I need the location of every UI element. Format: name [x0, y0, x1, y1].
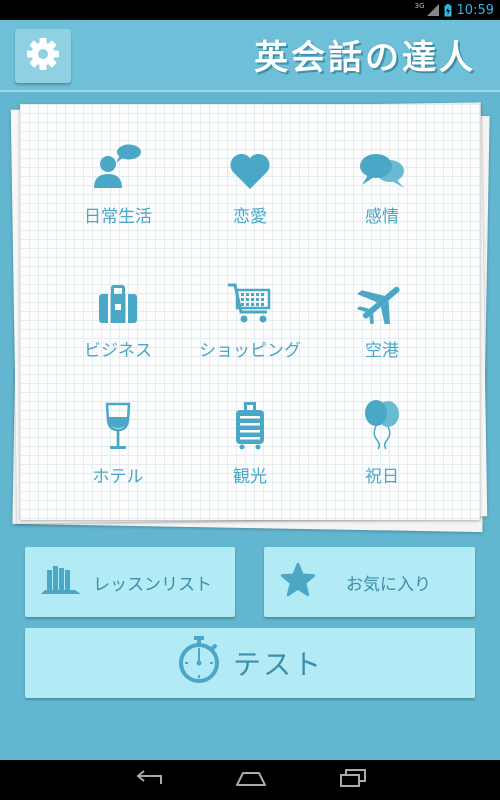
category-label: 空港 [365, 341, 399, 361]
back-icon[interactable] [133, 768, 163, 792]
category-label: 感情 [365, 207, 399, 227]
category-emotion[interactable]: 感情 [312, 146, 452, 246]
speech-bubbles-icon [358, 152, 406, 194]
category-love[interactable]: 恋愛 [180, 146, 320, 246]
category-airport[interactable]: 空港 [312, 280, 452, 380]
category-label: ショッピング [199, 341, 301, 361]
heart-icon [229, 152, 271, 194]
category-label: ビジネス [84, 341, 152, 361]
navigation-bar [0, 760, 500, 800]
lesson-list-button[interactable]: レッスンリスト [25, 547, 235, 617]
category-label: 祝日 [365, 467, 399, 487]
wine-glass-icon [103, 402, 133, 454]
shopping-cart-icon [227, 282, 273, 328]
network-type: 3G [414, 2, 425, 10]
category-daily-life[interactable]: 日常生活 [48, 144, 188, 246]
stopwatch-icon [177, 635, 221, 692]
suitcase-icon [233, 400, 267, 454]
balloons-icon [362, 400, 402, 454]
category-label: 観光 [233, 467, 267, 487]
test-label: テスト [232, 648, 323, 681]
recent-apps-icon[interactable] [339, 768, 367, 792]
app-title: 英会話の達人 [254, 38, 476, 78]
category-business[interactable]: ビジネス [48, 280, 188, 380]
test-button[interactable]: テスト [25, 628, 475, 698]
category-card: 日常生活 恋愛 感情 ビジネス ショッピング 空港 ホテル 観光 祝日 [20, 104, 480, 520]
lesson-list-label: レッスンリスト [93, 574, 212, 595]
favorites-button[interactable]: お気に入り [264, 547, 475, 617]
category-shopping[interactable]: ショッピング [180, 280, 320, 380]
star-icon [280, 562, 316, 603]
airplane-icon [356, 280, 407, 328]
favorites-label: お気に入り [346, 574, 431, 595]
category-label: ホテル [92, 467, 144, 487]
home-icon[interactable] [235, 769, 267, 791]
status-bar: 3G 10:59 [0, 0, 500, 20]
category-label: 日常生活 [84, 207, 152, 227]
category-label: 恋愛 [233, 207, 267, 227]
signal-icon [426, 4, 439, 16]
category-hotel[interactable]: ホテル [48, 402, 188, 506]
clock: 10:59 [456, 2, 494, 18]
battery-charging-icon [444, 3, 452, 17]
app-header: 英会話の達人 [0, 20, 500, 92]
category-holiday[interactable]: 祝日 [312, 400, 452, 506]
books-icon [41, 564, 81, 601]
person-speech-icon [92, 144, 144, 194]
settings-button[interactable] [15, 29, 71, 83]
briefcase-icon [98, 284, 138, 328]
gear-icon [26, 37, 60, 75]
category-sightseeing[interactable]: 観光 [180, 402, 320, 506]
